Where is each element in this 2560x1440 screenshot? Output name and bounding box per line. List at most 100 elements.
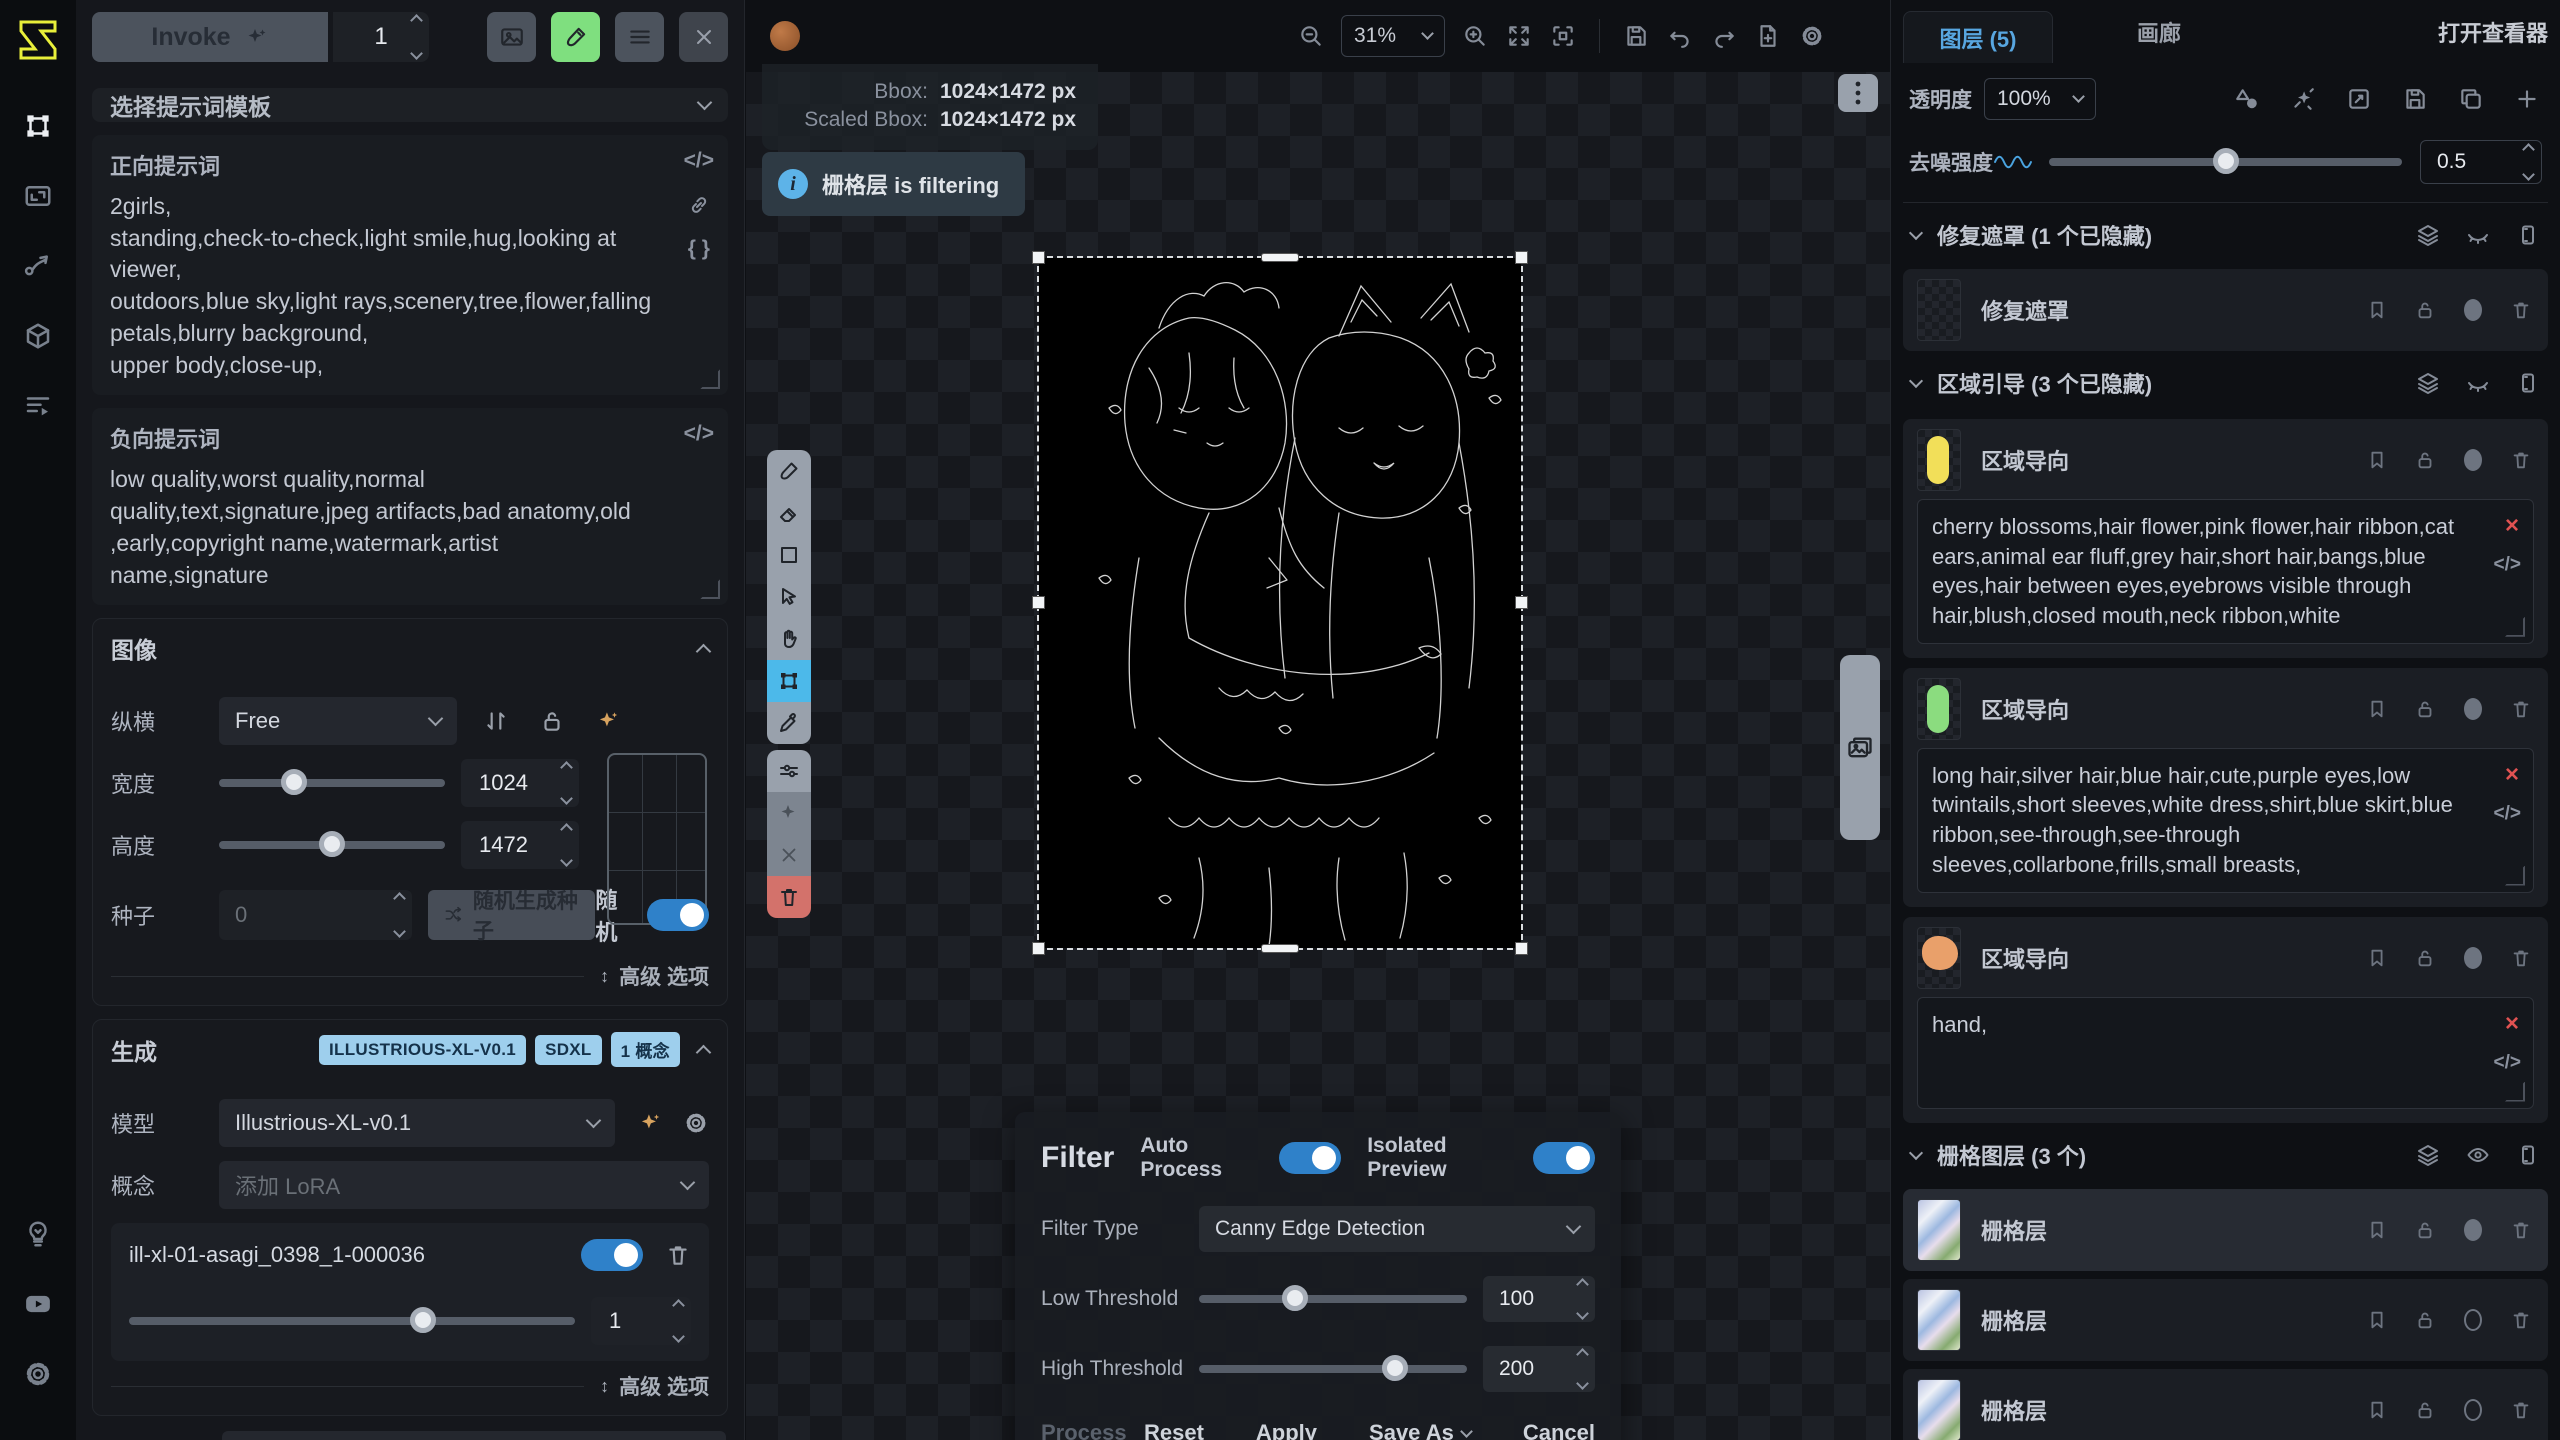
bookmark-icon[interactable] xyxy=(2364,945,2390,971)
raster-layer-row[interactable]: 栅格层 xyxy=(1903,1369,2548,1440)
low-threshold-knob[interactable] xyxy=(1282,1285,1308,1311)
scheduler-select[interactable]: DPM++ 2M SDE xyxy=(222,1431,726,1440)
trash-icon[interactable] xyxy=(2508,447,2534,473)
lock-icon[interactable] xyxy=(2412,447,2438,473)
invoke-button[interactable]: Invoke xyxy=(92,12,328,62)
open-viewer-link[interactable]: 打开查看器 xyxy=(2438,16,2548,48)
random-seed-toggle[interactable] xyxy=(647,899,709,931)
negative-prompt-text[interactable]: low quality,worst quality,normal quality… xyxy=(110,464,710,591)
sidebar-item-workflows[interactable] xyxy=(16,244,60,288)
auto-process-toggle[interactable] xyxy=(1279,1142,1341,1174)
redo-button[interactable] xyxy=(1702,16,1746,56)
filter-type-select[interactable]: Canny Edge Detection xyxy=(1199,1206,1595,1252)
hide-group-icon[interactable] xyxy=(2464,369,2492,397)
remove-prompt-icon[interactable]: × xyxy=(2505,510,2519,542)
gallery-drawer-handle[interactable] xyxy=(1840,655,1880,840)
canvas-mode-button[interactable] xyxy=(551,12,600,62)
model-settings-gear-icon[interactable] xyxy=(683,1110,709,1136)
bookmark-icon[interactable] xyxy=(2364,297,2390,323)
eraser-tool-button[interactable] xyxy=(767,492,811,534)
lock-icon[interactable] xyxy=(2412,297,2438,323)
show-group-icon[interactable] xyxy=(2464,1141,2492,1169)
positive-prompt-box[interactable]: 正向提示词 2girls, standing,check-to-check,li… xyxy=(92,135,728,395)
denoise-stepper[interactable]: 0.5 xyxy=(2420,140,2542,184)
fit-bbox-button[interactable] xyxy=(1541,16,1585,56)
bbox-handle-n[interactable] xyxy=(1261,253,1299,262)
group-bbox-icon[interactable] xyxy=(2514,1141,2542,1169)
cancel-button[interactable]: Cancel xyxy=(1523,1420,1595,1440)
visibility-dot-icon[interactable] xyxy=(2460,447,2486,473)
process-sparkle-button[interactable] xyxy=(767,792,811,834)
zoom-out-button[interactable] xyxy=(1289,16,1333,56)
tab-layers[interactable]: 图层 (5) xyxy=(1903,11,2053,63)
cancel-filter-button[interactable] xyxy=(767,834,811,876)
merge-layers-icon[interactable] xyxy=(2414,221,2442,249)
lock-icon[interactable] xyxy=(2412,696,2438,722)
inpaint-layer-row[interactable]: 修复遮罩 xyxy=(1903,269,2548,351)
bbox-handle-e[interactable] xyxy=(1515,596,1528,609)
code-icon[interactable]: </> xyxy=(684,149,714,173)
lock-icon[interactable] xyxy=(2412,1217,2438,1243)
code-icon[interactable]: </> xyxy=(2494,801,2521,827)
regional-layer-row[interactable]: 区域导向 xyxy=(1917,678,2534,740)
decrement-icon[interactable] xyxy=(560,792,573,805)
rect-tool-button[interactable] xyxy=(767,534,811,576)
sidebar-item-models[interactable] xyxy=(16,314,60,358)
increment-icon[interactable] xyxy=(393,892,406,905)
regional-prompt-box[interactable]: cherry blossoms,hair flower,pink flower,… xyxy=(1917,499,2534,644)
isolated-preview-toggle[interactable] xyxy=(1533,1142,1595,1174)
sidebar-item-upscaling[interactable] xyxy=(16,174,60,218)
video-tutorials-button[interactable] xyxy=(16,1282,60,1326)
bookmark-icon[interactable] xyxy=(2364,447,2390,473)
high-threshold-slider[interactable] xyxy=(1199,1365,1467,1373)
undo-button[interactable] xyxy=(1658,16,1702,56)
chevron-down-icon[interactable] xyxy=(1909,226,1923,240)
regional-layer-row[interactable]: 区域导向 xyxy=(1917,927,2534,989)
bookmark-icon[interactable] xyxy=(2364,1397,2390,1423)
aspect-select[interactable]: Free xyxy=(219,697,457,745)
collapse-icon[interactable] xyxy=(696,1045,712,1061)
increment-icon[interactable] xyxy=(2522,143,2535,156)
adjustments-button[interactable] xyxy=(767,750,811,792)
iterations-stepper[interactable]: 1 xyxy=(333,12,429,62)
generation-bbox[interactable] xyxy=(1039,258,1521,948)
trash-icon[interactable] xyxy=(2508,1397,2534,1423)
trash-icon[interactable] xyxy=(2508,1217,2534,1243)
lock-icon[interactable] xyxy=(2412,945,2438,971)
filter-layer-button[interactable] xyxy=(2288,84,2318,114)
merge-layers-icon[interactable] xyxy=(2414,1141,2442,1169)
lora-weight-knob[interactable] xyxy=(410,1307,436,1333)
sidebar-item-canvas[interactable] xyxy=(16,104,60,148)
decrement-icon[interactable] xyxy=(410,47,423,60)
decrement-icon[interactable] xyxy=(2522,168,2535,181)
duplicate-layer-button[interactable] xyxy=(2456,84,2486,114)
group-bbox-icon[interactable] xyxy=(2514,369,2542,397)
braces-icon[interactable]: { } xyxy=(688,237,710,261)
raster-layer-row[interactable]: 栅格层 xyxy=(1903,1279,2548,1361)
increment-icon[interactable] xyxy=(1576,1278,1589,1291)
image-advanced-options[interactable]: ↕ 高级 选项 xyxy=(600,961,709,991)
width-slider-knob[interactable] xyxy=(281,769,307,795)
model-select[interactable]: Illustrious-XL-v0.1 xyxy=(219,1099,615,1147)
add-lora-select[interactable]: 添加 LoRA xyxy=(219,1161,709,1209)
low-threshold-slider[interactable] xyxy=(1199,1295,1467,1303)
height-stepper[interactable]: 1472 xyxy=(461,821,579,869)
lora-enabled-toggle[interactable] xyxy=(581,1239,643,1271)
visibility-dot-icon[interactable] xyxy=(2460,1307,2486,1333)
visibility-dot-icon[interactable] xyxy=(2460,1397,2486,1423)
bbox-handle-ne[interactable] xyxy=(1515,251,1528,264)
bookmark-icon[interactable] xyxy=(2364,1217,2390,1243)
settings-button[interactable] xyxy=(16,1352,60,1396)
prompt-template-selector[interactable]: 选择提示词模板 xyxy=(92,88,728,122)
bbox-tool-button[interactable] xyxy=(767,660,811,702)
pan-tool-button[interactable] xyxy=(767,618,811,660)
high-threshold-stepper[interactable]: 200 xyxy=(1483,1346,1595,1392)
seed-input[interactable]: 0 xyxy=(219,890,412,940)
increment-icon[interactable] xyxy=(410,14,423,27)
code-icon[interactable]: </> xyxy=(2494,1050,2521,1076)
save-as-button[interactable]: Save As xyxy=(1369,1420,1471,1440)
model-sparkle-icon[interactable] xyxy=(637,1110,663,1136)
code-icon[interactable]: </> xyxy=(684,422,714,446)
high-threshold-knob[interactable] xyxy=(1382,1355,1408,1381)
width-stepper[interactable]: 1024 xyxy=(461,759,579,807)
